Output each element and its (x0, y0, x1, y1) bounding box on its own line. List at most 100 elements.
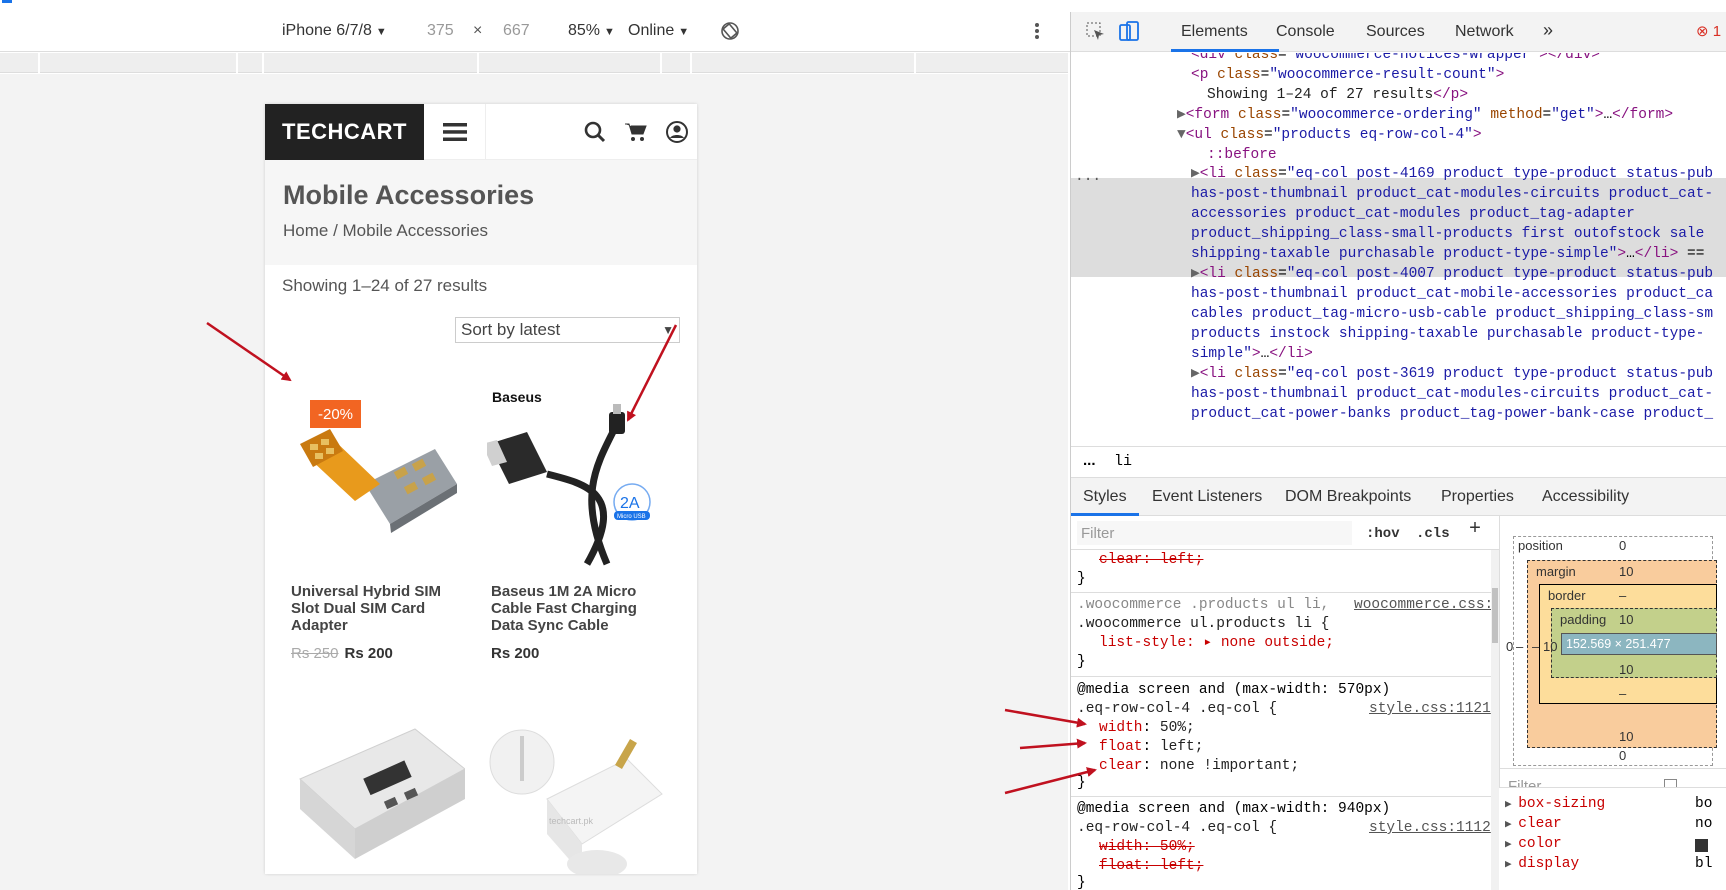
result-count: Showing 1–24 of 27 results (282, 276, 488, 295)
css-decl[interactable]: float: left; (1099, 857, 1203, 876)
menu-icon[interactable] (424, 104, 486, 160)
error-counter[interactable]: ⊗ 1 (1696, 22, 1721, 40)
css-source-link[interactable]: style.css:1112 (1369, 819, 1491, 838)
account-icon[interactable] (665, 120, 689, 144)
product-price: Rs 250 Rs 200 (291, 645, 393, 662)
badge-2a: 2A (620, 495, 640, 512)
badge-micro-usb: Micro USB (617, 514, 646, 520)
media-query-bar[interactable] (0, 53, 1068, 73)
cls-toggle[interactable]: .cls (1416, 525, 1450, 544)
css-decl-clear[interactable]: clear: none !important; (1099, 757, 1299, 776)
product-image[interactable]: Baseus 2A Micro USB (482, 384, 672, 569)
tab-network[interactable]: Network (1455, 23, 1514, 41)
content-box[interactable]: 152.569 × 251.477 (1561, 633, 1717, 655)
dom-line: has-post-thumbnail product_cat-mobile-ac… (1191, 286, 1714, 302)
dom-node-selected[interactable]: ▶<li class="eq-col post-4169 product typ… (1191, 164, 1713, 184)
css-source-link[interactable]: style.css:1121 (1369, 700, 1491, 719)
tab-event-listeners[interactable]: Event Listeners (1152, 488, 1262, 506)
dom-line: simple">…</li> (1191, 346, 1313, 362)
breadcrumb-more[interactable]: ... (1083, 452, 1096, 469)
css-decl[interactable]: list-style: ▸ none outside; (1099, 634, 1334, 653)
height-input[interactable]: 667 (503, 22, 530, 40)
brand-logo-text: Baseus (492, 389, 542, 405)
search-icon[interactable] (583, 120, 607, 144)
computed-row[interactable]: ▶ box-sizing bo (1505, 796, 1712, 812)
dom-node[interactable]: <p class="woocommerce-result-count"> (1191, 65, 1504, 85)
margin-label: margin (1536, 564, 1576, 579)
dom-node[interactable]: ▶<li class="eq-col post-3619 product typ… (1191, 364, 1713, 384)
product-name[interactable]: Universal Hybrid SIM Slot Dual SIM Card … (291, 583, 471, 634)
tab-dom-breakpoints[interactable]: DOM Breakpoints (1285, 488, 1411, 506)
css-selector[interactable]: .woocommerce .products ul li, (1077, 596, 1329, 615)
node-actions-icon[interactable]: ... (1075, 167, 1101, 187)
site-header: TECHCART (265, 104, 697, 160)
breadcrumb-li[interactable]: li (1114, 453, 1132, 470)
margin-bottom: 10 (1619, 729, 1634, 744)
css-decl-width[interactable]: width: 50%; (1099, 719, 1195, 738)
sort-select[interactable]: Sort by latest ▼ (455, 317, 680, 343)
device-toolbar: iPhone 6/7/8 ▼ 375 × 667 85% ▼ Online ▼ (0, 12, 1070, 52)
dom-node[interactable]: ▶<form class="woocommerce-ordering" meth… (1177, 105, 1673, 125)
computed-row[interactable]: ▶ display bl (1505, 856, 1712, 872)
device-toggle-icon[interactable] (1118, 20, 1140, 47)
tab-console[interactable]: Console (1276, 23, 1335, 41)
more-options-icon[interactable] (1034, 20, 1040, 47)
tab-accessibility[interactable]: Accessibility (1542, 488, 1629, 506)
padding-bottom: 10 (1619, 662, 1634, 677)
dom-line: cables product_tag-micro-usb-cable produ… (1191, 306, 1714, 322)
product-image[interactable]: techcart.pk (487, 724, 672, 874)
tab-styles[interactable]: Styles (1083, 488, 1127, 506)
cart-icon[interactable] (624, 120, 648, 144)
dom-line: product_shipping_class-small-products fi… (1191, 226, 1705, 242)
network-select[interactable]: Online ▼ (628, 22, 689, 40)
css-decl[interactable]: clear: left; (1099, 551, 1203, 570)
top-edge (0, 0, 1726, 12)
devtools-tabs: Elements Console Sources Network » ⊗ 1 (1071, 12, 1726, 52)
rule-separator (1071, 592, 1491, 593)
tab-fragment (2, 0, 12, 3)
image-watermark: techcart.pk (549, 816, 594, 826)
styles-scroll-thumb[interactable] (1492, 588, 1498, 643)
hov-toggle[interactable]: :hov (1366, 525, 1400, 544)
css-source-link[interactable]: woocommerce.css:1 (1354, 596, 1499, 615)
width-input[interactable]: 375 (427, 22, 454, 40)
tab-sources[interactable]: Sources (1366, 23, 1425, 41)
zoom-select[interactable]: 85% ▼ (568, 22, 615, 40)
css-selector[interactable]: .woocommerce ul.products li { (1077, 615, 1329, 634)
dom-line: shipping-taxable purchasable product-typ… (1191, 246, 1705, 262)
computed-row[interactable]: ▶ clear no (1505, 816, 1712, 832)
site-logo[interactable]: TECHCART (265, 104, 424, 160)
computed-row[interactable]: ▶ color (1505, 836, 1708, 852)
rotate-icon[interactable] (719, 20, 741, 47)
dom-node[interactable]: ▼<ul class="products eq-row-col-4"> (1177, 125, 1482, 145)
dom-text[interactable]: Showing 1–24 of 27 results</p> (1207, 85, 1468, 105)
page-title: Mobile Accessories (283, 180, 535, 210)
product-name[interactable]: Baseus 1M 2A Micro Cable Fast Charging D… (491, 583, 671, 634)
product-price: Rs 200 (491, 645, 540, 662)
css-selector[interactable]: .eq-row-col-4 .eq-col { (1077, 700, 1277, 719)
breadcrumb[interactable]: Home / Mobile Accessories (283, 221, 488, 241)
css-selector[interactable]: .eq-row-col-4 .eq-col { (1077, 819, 1277, 838)
css-decl[interactable]: width: 50%; (1099, 838, 1195, 857)
new-rule-icon[interactable]: + (1469, 520, 1481, 540)
inspect-element-icon[interactable] (1086, 22, 1106, 47)
styles-pane: Filter :hov .cls + clear: left; } .wooco… (1071, 516, 1499, 890)
error-icon: ⊗ (1696, 23, 1709, 40)
dom-pseudo[interactable]: ::before (1207, 145, 1277, 165)
device-select[interactable]: iPhone 6/7/8 ▼ (282, 22, 387, 40)
rule-close: } (1077, 875, 1086, 890)
color-swatch[interactable] (1695, 839, 1708, 852)
dom-node[interactable]: ▶<li class="eq-col post-4007 product typ… (1191, 264, 1713, 284)
tab-properties[interactable]: Properties (1441, 488, 1514, 506)
css-decl-float[interactable]: float: left; (1099, 738, 1203, 757)
margin-left-dash: – (1516, 639, 1524, 654)
more-tabs-icon[interactable]: » (1543, 20, 1553, 41)
dom-node[interactable]: <div class="woocommerce-notices-wrapper"… (1191, 53, 1600, 65)
border-bottom: – (1619, 686, 1627, 701)
tab-elements[interactable]: Elements (1181, 23, 1248, 41)
discount-badge: -20% (310, 400, 361, 428)
media-query: @media screen and (max-width: 940px) (1077, 801, 1391, 817)
styles-filter-input[interactable]: Filter (1077, 521, 1352, 545)
rule-close: } (1077, 775, 1086, 791)
product-image[interactable] (295, 724, 466, 874)
